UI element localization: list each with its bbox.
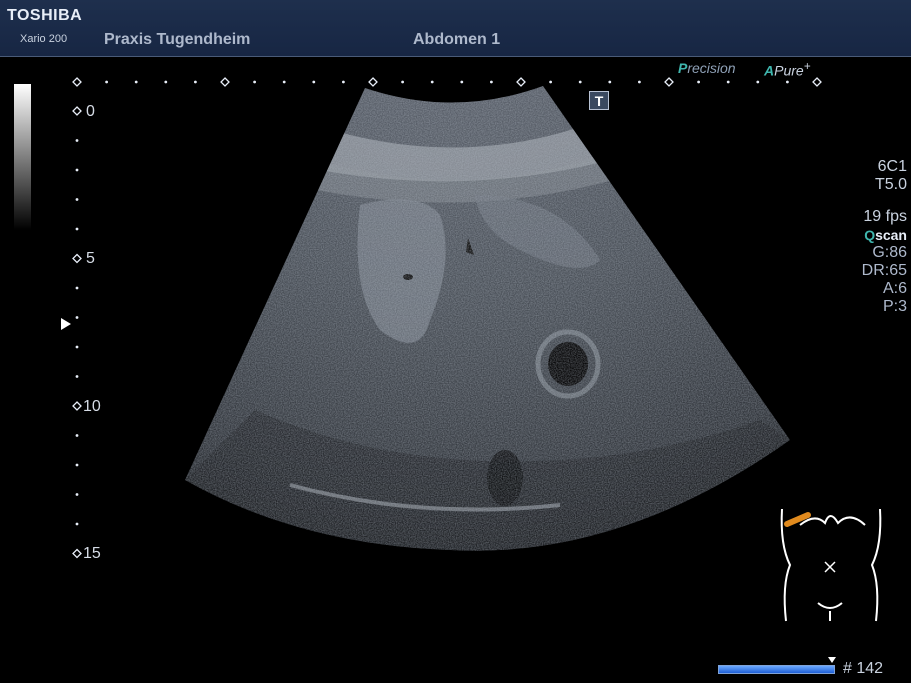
parameters-panel: 6C1 T5.0 19 fps Qscan G:86 DR:65 A:6 P:3 bbox=[862, 158, 907, 316]
depth-dot bbox=[75, 463, 79, 467]
depth-label-15: 15 bbox=[83, 545, 101, 562]
gain-label: G:86 bbox=[872, 244, 907, 261]
transducer-orientation-marker: T bbox=[589, 91, 609, 110]
depth-dot bbox=[75, 139, 79, 142]
depth-label-0: 0 bbox=[86, 103, 95, 120]
qscan-label: Qscan bbox=[864, 227, 907, 243]
depth-dot bbox=[75, 375, 79, 378]
depth-dot bbox=[75, 316, 79, 319]
cine-loop-bar[interactable] bbox=[718, 665, 835, 674]
depth-dot bbox=[75, 493, 79, 496]
depth-label-5: 5 bbox=[86, 250, 95, 267]
frame-rate-label: 19 fps bbox=[863, 208, 907, 225]
a-value-label: A:6 bbox=[882, 280, 907, 297]
depth-label-10: 10 bbox=[83, 398, 101, 415]
depth-dot bbox=[75, 286, 79, 290]
p-value-label: P:3 bbox=[882, 298, 907, 315]
focus-marker[interactable] bbox=[61, 318, 71, 330]
frame-count: # 142 bbox=[843, 660, 884, 677]
depth-dot bbox=[75, 434, 79, 437]
dynamic-range-label: DR:65 bbox=[861, 262, 907, 279]
cine-position-pointer[interactable] bbox=[828, 657, 836, 663]
body-marker-icon bbox=[780, 508, 882, 622]
depth-dot bbox=[75, 522, 79, 526]
probe-label: 6C1 bbox=[877, 158, 907, 175]
depth-diamond bbox=[72, 401, 82, 411]
depth-diamond bbox=[72, 548, 82, 559]
depth-diamond bbox=[72, 106, 82, 116]
depth-dot bbox=[75, 345, 79, 349]
depth-dot bbox=[75, 198, 79, 201]
depth-diamond bbox=[72, 253, 82, 264]
depth-dot bbox=[75, 227, 79, 231]
frequency-label: T5.0 bbox=[874, 176, 907, 193]
depth-dot bbox=[75, 168, 79, 172]
